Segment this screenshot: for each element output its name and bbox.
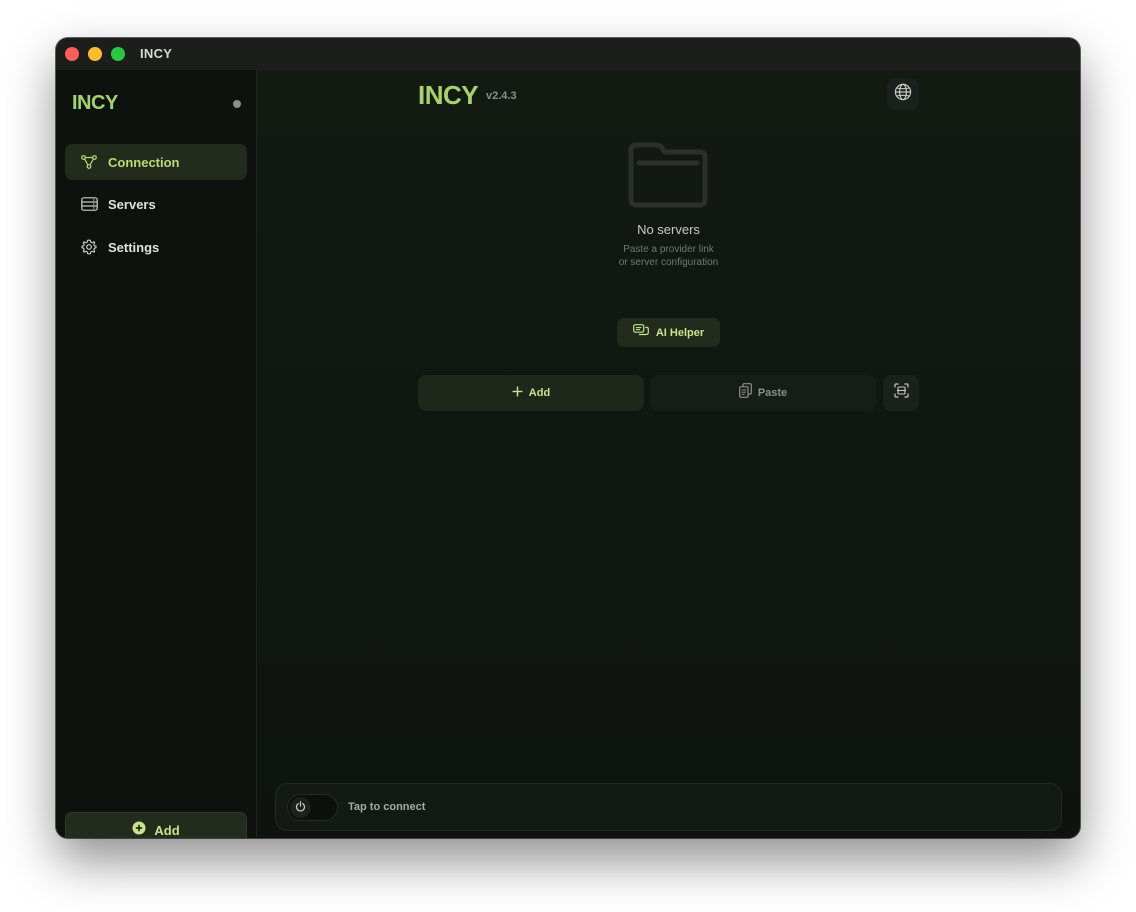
add-server-label: Add bbox=[528, 387, 551, 399]
plus-icon bbox=[512, 384, 523, 402]
empty-state-subtitle-line2: or server configuration bbox=[618, 257, 719, 268]
gear-icon bbox=[80, 238, 98, 256]
status-indicator bbox=[233, 100, 241, 108]
sidebar-brand-logo: INCY bbox=[72, 92, 118, 114]
sidebar-item-label: Servers bbox=[108, 196, 156, 212]
folder-icon bbox=[625, 140, 711, 210]
sidebar-item-connection[interactable]: Connection bbox=[65, 144, 247, 180]
sidebar-item-settings[interactable]: Settings bbox=[65, 229, 247, 265]
paste-button[interactable]: Paste bbox=[650, 375, 876, 411]
qr-scan-icon bbox=[893, 383, 909, 403]
connect-toggle[interactable] bbox=[287, 794, 338, 821]
sidebar-item-label: Settings bbox=[108, 239, 160, 255]
close-window-button[interactable] bbox=[65, 47, 79, 61]
sidebar-item-servers[interactable]: Servers bbox=[65, 186, 247, 222]
plus-circle-icon bbox=[132, 821, 146, 838]
sidebar-item-label: Connection bbox=[108, 154, 180, 170]
chat-bubbles-icon bbox=[632, 323, 649, 342]
toggle-knob bbox=[290, 797, 311, 818]
clipboard-icon bbox=[738, 383, 752, 403]
qr-scan-button[interactable] bbox=[883, 375, 919, 411]
sidebar-add-button[interactable]: Add bbox=[65, 812, 247, 838]
version-label: v2.4.3 bbox=[486, 90, 517, 102]
app-window: INCY INCY Connection Servers Settings Ad… bbox=[56, 38, 1080, 838]
ai-helper-button[interactable]: AI Helper bbox=[617, 318, 720, 347]
add-server-button[interactable]: Add bbox=[418, 375, 644, 411]
empty-state-subtitle-line1: Paste a provider link bbox=[623, 244, 714, 255]
header-logo: INCY bbox=[418, 80, 479, 110]
globe-icon bbox=[894, 83, 912, 106]
servers-icon bbox=[80, 195, 98, 213]
ai-helper-label: AI Helper bbox=[655, 326, 705, 339]
minimize-window-button[interactable] bbox=[88, 47, 102, 61]
paste-label: Paste bbox=[757, 387, 788, 399]
connect-status-label: Tap to connect bbox=[348, 801, 426, 813]
language-button[interactable] bbox=[887, 78, 919, 110]
power-icon bbox=[295, 799, 306, 817]
connection-icon bbox=[80, 153, 98, 171]
maximize-window-button[interactable] bbox=[111, 47, 125, 61]
empty-state-subtitle: Paste a provider link or server configur… bbox=[257, 243, 1080, 269]
connection-bar: Tap to connect bbox=[275, 783, 1062, 831]
window-title: INCY bbox=[140, 46, 173, 61]
sidebar-add-label: Add bbox=[154, 823, 180, 838]
main-content: INCY v2.4.3 No servers Paste a provider bbox=[257, 70, 1080, 838]
sidebar: INCY Connection Servers Settings Add bbox=[56, 70, 257, 838]
title-bar[interactable]: INCY bbox=[56, 38, 1080, 70]
empty-state-title: No servers bbox=[637, 222, 700, 237]
